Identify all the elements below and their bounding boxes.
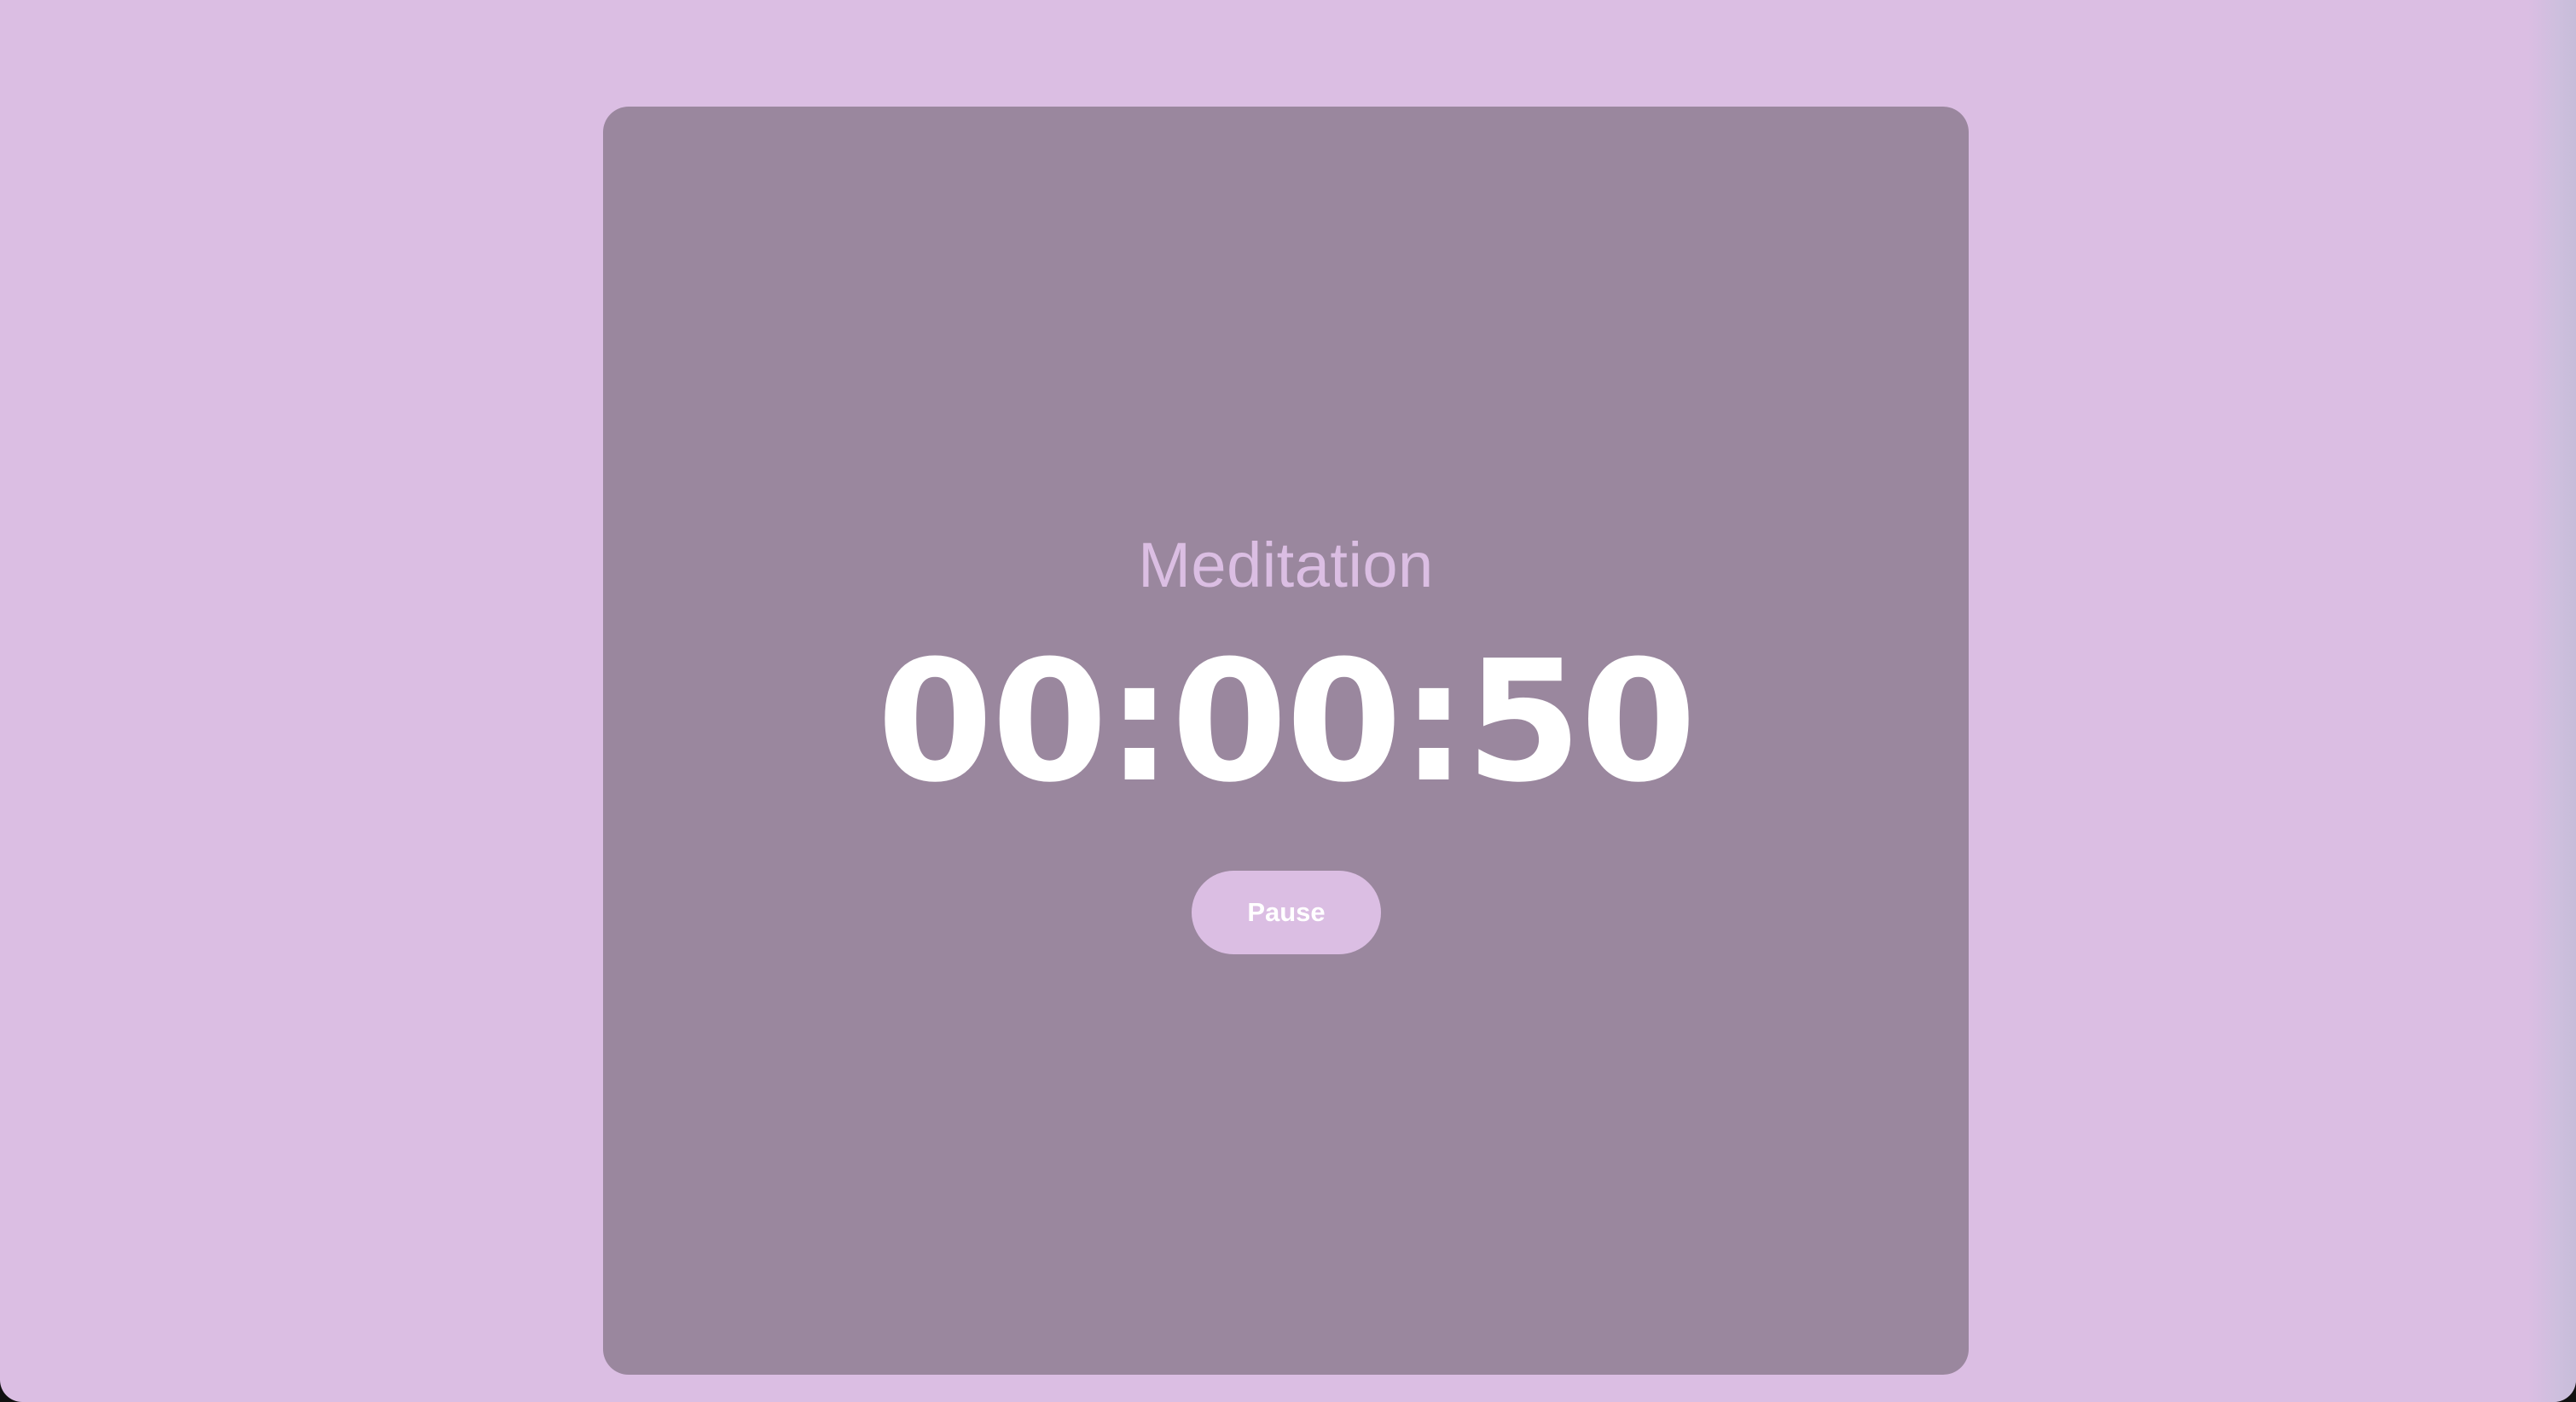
timer-card: Meditation 00:00:50 Pause [603, 107, 1969, 1375]
timer-display: 00:00:50 [876, 625, 1697, 820]
pause-button[interactable]: Pause [1192, 871, 1381, 954]
window-edge-shadow [2528, 0, 2576, 1402]
session-label: Meditation [1138, 530, 1434, 600]
app-window: Meditation 00:00:50 Pause [0, 0, 2576, 1402]
